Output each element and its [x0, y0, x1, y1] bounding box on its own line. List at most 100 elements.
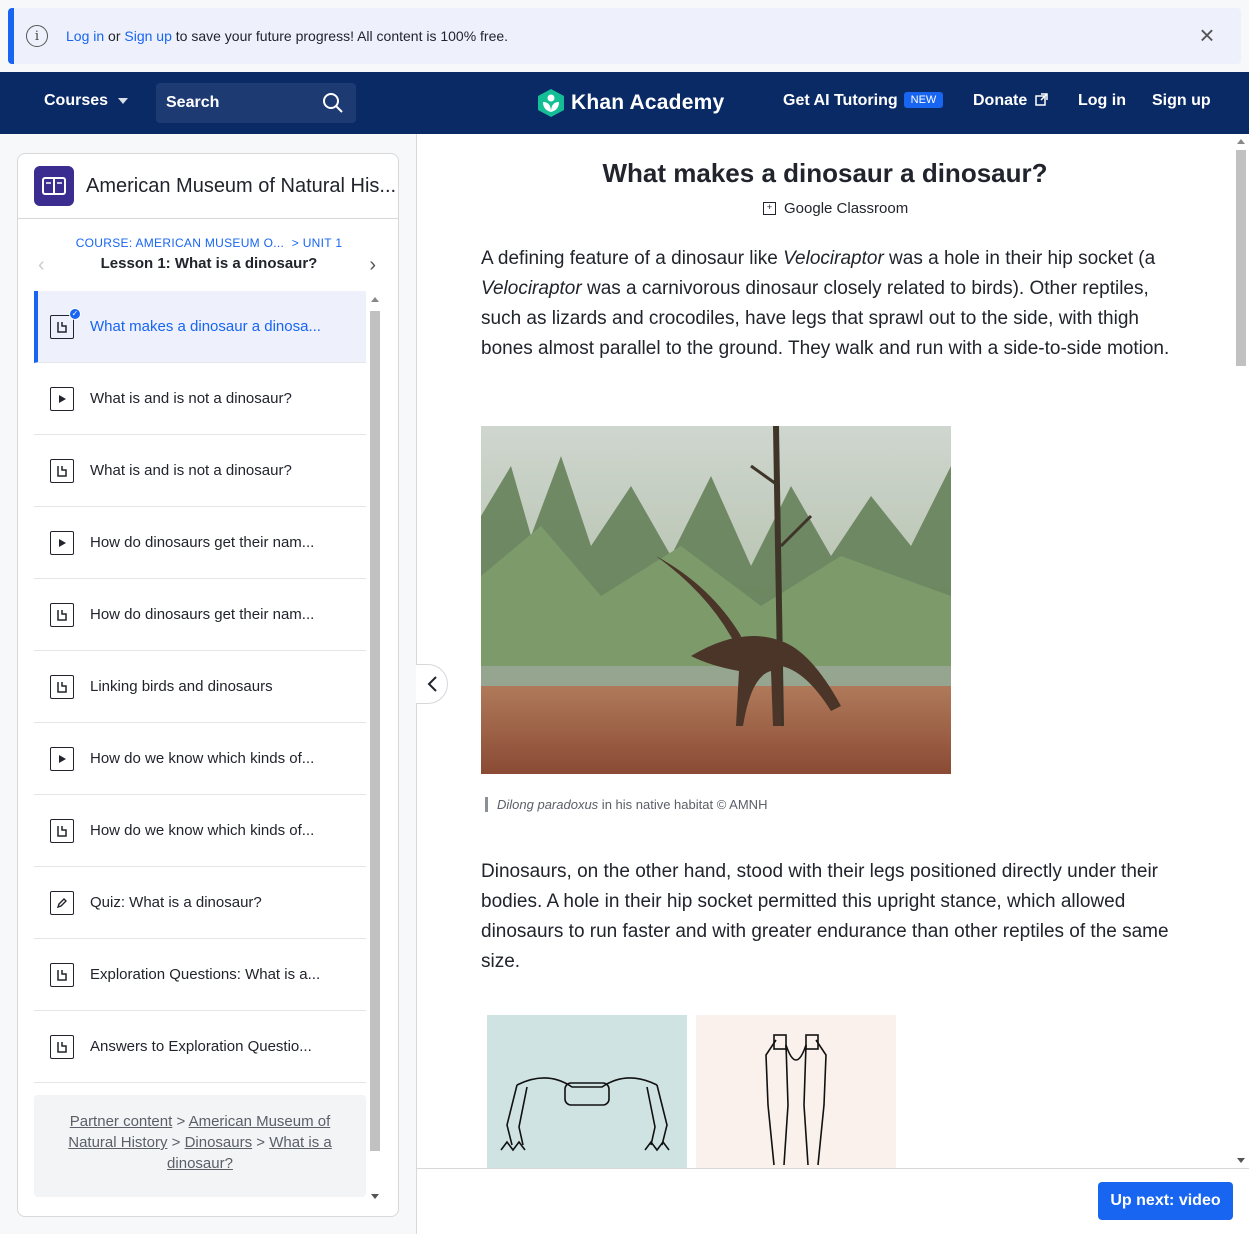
article-paragraph-1: A defining feature of a dinosaur like Ve… — [481, 244, 1171, 364]
upright-legs-diagram — [696, 1015, 896, 1175]
list-item[interactable]: What is and is not a dinosaur? — [34, 435, 366, 507]
signup-banner: i Log in or Sign up to save your future … — [8, 8, 1241, 64]
courses-menu-button[interactable]: Courses — [44, 92, 129, 110]
video-icon — [50, 530, 74, 555]
lesson-item-list: ✓ What makes a dinosaur a dinosa... What… — [34, 291, 366, 1083]
article-icon: ✓ — [50, 307, 81, 339]
lesson-title: Lesson 1: What is a dinosaur? — [100, 255, 318, 272]
chevron-left-icon — [427, 676, 437, 692]
quiz-icon — [50, 890, 74, 915]
list-item-label: How do dinosaurs get their nam... — [90, 534, 315, 551]
caption-italic: Dilong paradoxus — [497, 797, 599, 812]
banner-message: Log in or Sign up to save your future pr… — [66, 28, 508, 44]
crumb-separator: > — [176, 1113, 186, 1130]
partner-content-link[interactable]: Partner content — [70, 1113, 173, 1130]
list-item-label: Linking birds and dinosaurs — [90, 678, 273, 695]
unit-crumb-link[interactable]: > UNIT 1 — [292, 236, 343, 250]
sprawling-legs-diagram — [487, 1015, 687, 1175]
image-caption: Dilong paradoxus in his native habitat ©… — [485, 797, 767, 812]
close-icon[interactable]: × — [1195, 22, 1219, 48]
up-next-button[interactable]: Up next: video — [1098, 1182, 1233, 1220]
para-text: A defining feature of a dinosaur like — [481, 248, 784, 269]
external-link-icon — [1034, 93, 1048, 106]
courses-label: Courses — [44, 92, 109, 109]
sidebar-scrollbar[interactable] — [367, 291, 383, 1205]
next-lesson-chevron-icon[interactable]: › — [369, 254, 376, 277]
list-item[interactable]: How do dinosaurs get their nam... — [34, 579, 366, 651]
video-icon — [50, 746, 74, 771]
info-icon: i — [26, 25, 48, 47]
list-item[interactable]: ✓ What makes a dinosaur a dinosa... — [34, 291, 366, 363]
list-item[interactable]: Linking birds and dinosaurs — [34, 651, 366, 723]
para-text: was a hole in their hip socket (a — [883, 248, 1156, 269]
dinosaur-habitat-image — [481, 426, 951, 774]
banner-rest-text: to save your future progress! All conten… — [175, 28, 509, 44]
crumb-separator: > — [171, 1134, 181, 1151]
course-sidebar: American Museum of Natural His... COURSE… — [17, 153, 399, 1217]
google-classroom-label: Google Classroom — [784, 200, 909, 217]
article-icon — [50, 962, 74, 987]
signup-link[interactable]: Sign up — [1152, 92, 1211, 110]
sidebar-header: American Museum of Natural His... — [18, 154, 398, 219]
khan-leaf-icon — [538, 89, 564, 117]
course-book-icon — [34, 166, 74, 206]
para-text: was a carnivorous dinosaur closely relat… — [481, 278, 1170, 359]
search-input[interactable]: Search — [156, 83, 356, 123]
article-icon — [50, 458, 74, 483]
google-classroom-icon: + — [763, 202, 776, 215]
scrollbar-thumb[interactable] — [370, 311, 380, 1151]
scrollbar-thumb[interactable] — [1236, 150, 1246, 366]
list-item-label: What is and is not a dinosaur? — [90, 462, 292, 479]
scroll-down-arrow-icon[interactable] — [371, 1194, 379, 1199]
new-badge: NEW — [903, 92, 944, 108]
para-italic: Velociraptor — [481, 278, 582, 299]
list-item-label: What makes a dinosaur a dinosa... — [90, 318, 321, 335]
list-item-label: How do we know which kinds of... — [90, 750, 315, 767]
list-item-label: How do we know which kinds of... — [90, 822, 315, 839]
donate-link[interactable]: Donate — [973, 92, 1048, 110]
course-crumb-link[interactable]: COURSE: AMERICAN MUSEUM O... — [76, 236, 284, 250]
article-icon — [50, 674, 74, 699]
article-icon — [50, 602, 74, 627]
ai-tutoring-link[interactable]: Get AI Tutoring NEW — [783, 92, 944, 110]
article-icon — [50, 1034, 74, 1059]
google-classroom-button[interactable]: + Google Classroom — [763, 200, 908, 217]
bottom-action-bar: Up next: video — [417, 1168, 1249, 1234]
course-title[interactable]: American Museum of Natural His... — [86, 175, 396, 198]
list-item-label: How do dinosaurs get their nam... — [90, 606, 315, 623]
article-paragraph-2: Dinosaurs, on the other hand, stood with… — [481, 861, 1169, 972]
scroll-up-arrow-icon[interactable] — [1237, 139, 1245, 144]
dinosaurs-link[interactable]: Dinosaurs — [185, 1134, 253, 1151]
banner-login-link[interactable]: Log in — [66, 28, 104, 44]
list-item-label: Quiz: What is a dinosaur? — [90, 894, 262, 911]
login-link[interactable]: Log in — [1078, 92, 1126, 110]
content-scrollbar[interactable] — [1233, 134, 1249, 1168]
lesson-breadcrumb: COURSE: AMERICAN MUSEUM O... > UNIT 1 Le… — [18, 236, 398, 272]
list-item[interactable]: Exploration Questions: What is a... — [34, 939, 366, 1011]
list-item[interactable]: How do dinosaurs get their nam... — [34, 507, 366, 579]
article-content: What makes a dinosaur a dinosaur? + Goog… — [416, 134, 1249, 1234]
khan-academy-logo[interactable]: Khan Academy — [537, 88, 724, 118]
scroll-down-arrow-icon[interactable] — [1237, 1158, 1245, 1163]
scroll-up-arrow-icon[interactable] — [371, 297, 379, 302]
list-item[interactable]: What is and is not a dinosaur? — [34, 363, 366, 435]
search-placeholder: Search — [166, 94, 220, 111]
ai-tutoring-label: Get AI Tutoring — [783, 92, 898, 109]
page-title: What makes a dinosaur a dinosaur? — [602, 158, 1048, 188]
list-item[interactable]: Quiz: What is a dinosaur? — [34, 867, 366, 939]
chevron-down-icon — [118, 97, 129, 104]
list-item[interactable]: How do we know which kinds of... — [34, 795, 366, 867]
list-item[interactable]: Answers to Exploration Questio... — [34, 1011, 366, 1083]
donate-label: Donate — [973, 92, 1028, 109]
caption-text: in his native habitat © AMNH — [598, 797, 768, 812]
banner-or-text: or — [108, 28, 121, 44]
search-icon — [323, 93, 343, 113]
list-item[interactable]: How do we know which kinds of... — [34, 723, 366, 795]
prev-lesson-chevron-icon[interactable]: ‹ — [38, 254, 45, 277]
banner-signup-link[interactable]: Sign up — [124, 28, 171, 44]
crumb-separator: > — [256, 1134, 266, 1151]
top-nav: Courses Search Khan Academy Get AI Tutor… — [0, 72, 1249, 134]
partner-breadcrumb: Partner content > American Museum of Nat… — [34, 1095, 366, 1197]
list-item-label: Exploration Questions: What is a... — [90, 966, 321, 983]
brand-name: Khan Academy — [571, 91, 725, 114]
